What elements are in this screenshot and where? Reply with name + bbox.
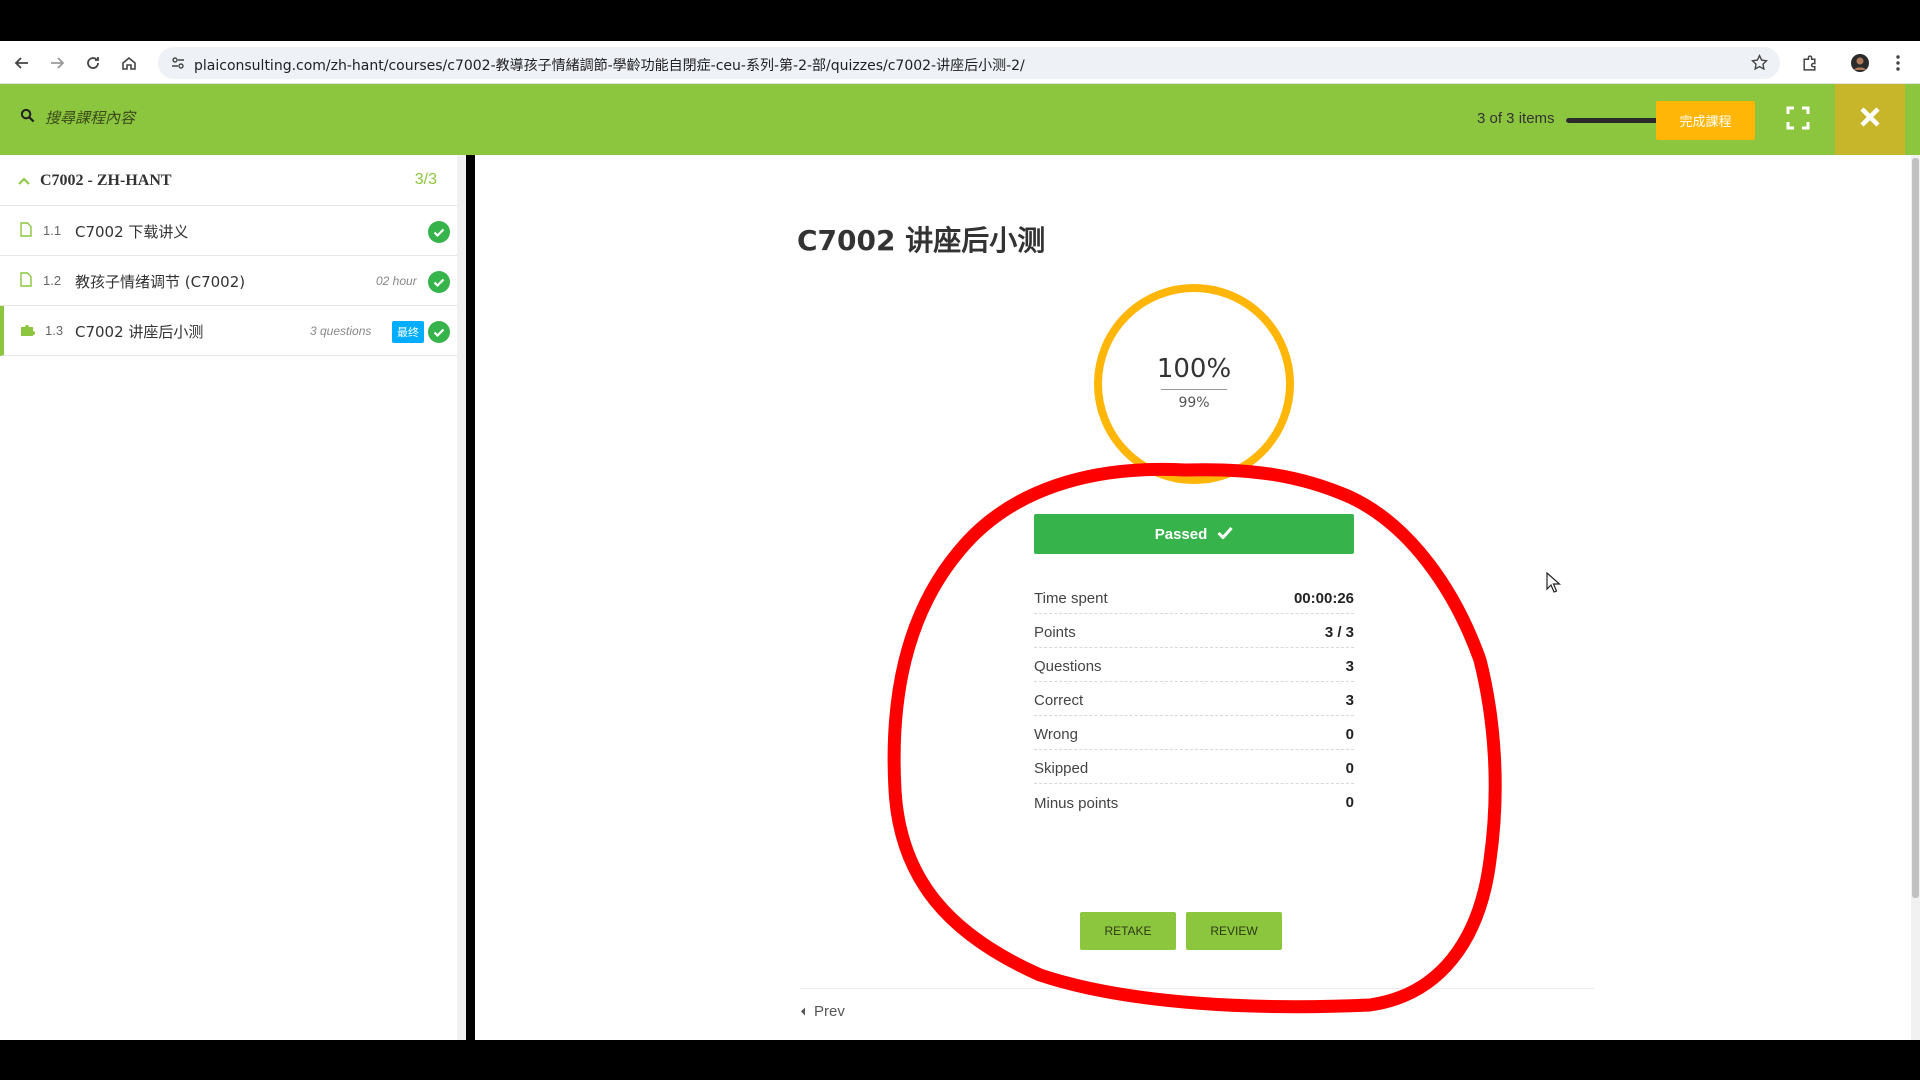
chevron-up-icon[interactable] (18, 173, 30, 191)
stat-value: 3 (1345, 692, 1354, 709)
stat-value: 0 (1345, 726, 1354, 743)
finish-course-button[interactable]: 完成課程 (1656, 101, 1755, 140)
passed-status-badge: Passed (1034, 514, 1354, 554)
score-ring (1094, 284, 1294, 484)
browser-toolbar: plaiconsulting.com/zh-hant/courses/c7002… (0, 41, 1920, 84)
score-percentage: 100% (1156, 354, 1232, 384)
review-button[interactable]: REVIEW (1186, 912, 1282, 950)
stat-row: Minus points 0 (1034, 784, 1354, 818)
mouse-pointer-icon (1546, 572, 1562, 593)
lesson-title[interactable]: C7002 讲座后小测 (75, 321, 203, 342)
completed-check-icon (428, 221, 450, 248)
forward-icon[interactable] (44, 50, 70, 76)
stat-row: Time spent 00:00:26 (1034, 580, 1354, 614)
browser-menu-icon[interactable] (1885, 50, 1911, 76)
extensions-icon[interactable] (1796, 50, 1822, 76)
lesson-title[interactable]: 教孩子情绪调节 (C7002) (75, 271, 245, 292)
lesson-question-count: 3 questions (310, 324, 372, 338)
section-progress-count: 3/3 (414, 171, 437, 188)
completed-check-icon (428, 271, 450, 298)
reload-icon[interactable] (80, 50, 106, 76)
prev-label[interactable]: Prev (814, 1003, 845, 1020)
stat-label: Minus points (1034, 795, 1119, 812)
url-text[interactable]: plaiconsulting.com/zh-hant/courses/c7002… (194, 55, 1025, 75)
stat-label: Wrong (1034, 726, 1078, 743)
score-divider (1161, 389, 1227, 390)
bookmark-star-icon[interactable] (1750, 53, 1769, 76)
stat-label: Time spent (1034, 590, 1108, 607)
completed-check-icon (428, 321, 450, 348)
lesson-number: 1.3 (45, 323, 64, 338)
address-bar[interactable]: plaiconsulting.com/zh-hant/courses/c7002… (158, 47, 1780, 79)
passed-label: Passed (1154, 525, 1208, 543)
search-input[interactable] (45, 109, 345, 127)
lesson-item-active[interactable]: 1.3 C7002 讲座后小测 3 questions 最终 (0, 306, 457, 356)
site-settings-icon[interactable] (170, 55, 186, 76)
puzzle-icon (20, 322, 37, 342)
nav-divider (800, 988, 1594, 989)
checkmark-icon (1217, 526, 1233, 543)
stat-row: Points 3 / 3 (1034, 614, 1354, 648)
lesson-duration: 02 hour (376, 274, 417, 288)
stat-label: Skipped (1034, 760, 1089, 777)
section-title: C7002 - ZH-HANT (40, 172, 172, 189)
stat-value: 0 (1345, 760, 1354, 777)
back-icon[interactable] (9, 50, 35, 76)
document-icon (20, 222, 32, 242)
fullscreen-icon[interactable] (1786, 106, 1814, 134)
lesson-item[interactable]: 1.1 C7002 下载讲义 (0, 206, 457, 256)
caret-left-icon (800, 1003, 806, 1020)
stat-value: 0 (1345, 794, 1354, 811)
retake-button[interactable]: RETAKE (1080, 912, 1176, 950)
lesson-number: 1.1 (43, 223, 62, 238)
search-icon (20, 108, 35, 128)
course-header: 3 of 3 items 完成課程 (0, 84, 1920, 155)
quiz-stats: Time spent 00:00:26 Points 3 / 3 Questio… (1034, 580, 1354, 818)
document-icon (20, 272, 32, 292)
curriculum-sidebar: C7002 - ZH-HANT 3/3 1.1 C7002 下载讲义 1.2 教… (0, 155, 466, 1040)
close-course-button[interactable] (1835, 84, 1905, 155)
stat-row: Wrong 0 (1034, 716, 1354, 750)
stat-value: 3 (1345, 658, 1354, 675)
stat-label: Correct (1034, 692, 1084, 709)
quiz-title: C7002 讲座后小测 (797, 224, 1046, 257)
stat-label: Points (1034, 624, 1076, 641)
lesson-item[interactable]: 1.2 教孩子情绪调节 (C7002) 02 hour (0, 256, 457, 306)
stat-value: 00:00:26 (1293, 590, 1354, 607)
passing-grade: 99% (1178, 395, 1210, 411)
section-header[interactable]: C7002 - ZH-HANT 3/3 (0, 155, 457, 206)
home-icon[interactable] (116, 50, 142, 76)
close-icon (1859, 106, 1881, 133)
prev-link[interactable]: Prev (800, 1003, 845, 1020)
stat-value: 3 / 3 (1324, 624, 1354, 641)
lesson-number: 1.2 (43, 273, 62, 288)
stat-label: Questions (1034, 658, 1102, 675)
scrollbar-thumb[interactable] (1912, 158, 1919, 898)
final-badge: 最终 (392, 321, 424, 343)
stat-row: Skipped 0 (1034, 750, 1354, 784)
items-count: 3 of 3 items (1477, 110, 1555, 127)
profile-avatar[interactable] (1847, 50, 1873, 76)
lesson-title[interactable]: C7002 下载讲义 (75, 221, 188, 242)
course-search (20, 108, 345, 128)
stat-row: Questions 3 (1034, 648, 1354, 682)
stat-row: Correct 3 (1034, 682, 1354, 716)
